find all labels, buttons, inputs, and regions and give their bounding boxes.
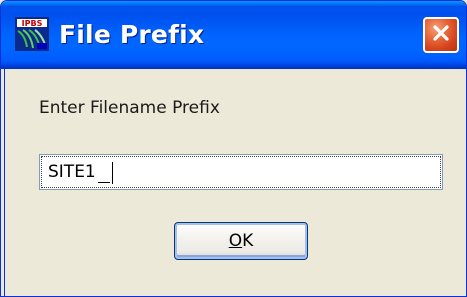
file-prefix-dialog: IPBS File Prefix Enter Filename Prefix S… [0, 0, 467, 297]
text-caret-underline [97, 181, 110, 183]
close-button[interactable] [423, 17, 459, 53]
svg-text:IPBS: IPBS [22, 19, 43, 28]
prompt-label: Enter Filename Prefix [39, 98, 220, 118]
text-caret [111, 162, 113, 184]
ok-button[interactable]: OK [174, 222, 308, 260]
input-value: SITE1 [48, 162, 96, 182]
title-bar[interactable]: IPBS File Prefix [1, 1, 466, 69]
ipbs-app-icon: IPBS [15, 17, 49, 51]
filename-prefix-input[interactable]: SITE1 [39, 154, 443, 190]
window-title: File Prefix [59, 20, 205, 49]
ok-mnemonic: O [228, 231, 243, 251]
ok-label-rest: K [242, 231, 254, 251]
close-icon [431, 23, 451, 47]
